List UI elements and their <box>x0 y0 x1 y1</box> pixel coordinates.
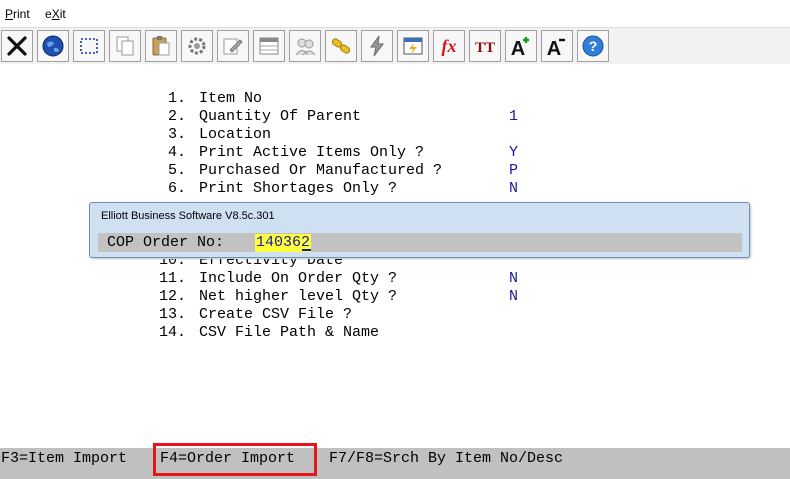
field-1-label[interactable]: Item No <box>199 90 262 108</box>
text-size-icon: TT <box>475 40 495 56</box>
settings-icon <box>188 37 206 55</box>
close-button[interactable] <box>1 30 33 62</box>
calendar-button[interactable] <box>397 30 429 62</box>
f4-highlight-box <box>153 443 317 476</box>
field-3-number: 3. <box>168 126 187 143</box>
toolbar: fx TT A A ? <box>0 27 790 65</box>
field-13-number: 13. <box>159 306 187 323</box>
svg-text:fx: fx <box>442 36 457 56</box>
copy-button[interactable] <box>109 30 141 62</box>
link-button[interactable] <box>325 30 357 62</box>
field-2-value: 1 <box>509 108 519 125</box>
table-icon <box>259 37 279 55</box>
field-5-value: P <box>509 162 519 179</box>
copy-icon <box>116 36 134 56</box>
field-12-value: N <box>509 288 519 305</box>
field-5-number: 5. <box>168 162 187 179</box>
lightning-icon <box>370 35 384 57</box>
field-4-label[interactable]: Print Active Items Only ? <box>199 144 424 162</box>
help-button[interactable]: ? <box>577 30 609 62</box>
field-5-label[interactable]: Purchased Or Manufactured ? <box>199 162 442 180</box>
table-button[interactable] <box>253 30 285 62</box>
field-6-number: 6. <box>168 180 187 197</box>
field-6-value: N <box>509 180 519 197</box>
field-14-number: 14. <box>159 324 187 341</box>
font-increase-button[interactable]: A <box>505 30 537 62</box>
cop-order-label: COP Order No: <box>107 234 225 251</box>
edit-button[interactable] <box>217 30 249 62</box>
field-1-number: 1. <box>168 90 187 107</box>
field-4-number: 4. <box>168 144 187 161</box>
menu-print[interactable]: Print <box>5 7 30 21</box>
select-area-button[interactable] <box>73 30 105 62</box>
paste-icon <box>152 36 170 56</box>
svg-text:?: ? <box>589 38 598 54</box>
globe-icon <box>42 35 64 57</box>
dialog-body: COP Order No: 140362 <box>98 233 742 252</box>
paste-button[interactable] <box>145 30 177 62</box>
font-increase-icon: A <box>511 37 529 58</box>
field-2-number: 2. <box>168 108 187 125</box>
function-button[interactable]: fx <box>433 30 465 62</box>
edit-icon <box>223 38 243 55</box>
field-6-label[interactable]: Print Shortages Only ? <box>199 180 397 198</box>
function-icon: fx <box>442 36 457 56</box>
calendar-icon <box>403 37 423 55</box>
menu-bar: Print eXit <box>0 0 790 26</box>
field-12-number: 12. <box>159 288 187 305</box>
field-13-label[interactable]: Create CSV File ? <box>199 306 352 324</box>
svg-text:TT: TT <box>475 40 495 56</box>
f3-item-import[interactable]: F3=Item Import <box>1 448 127 479</box>
users-icon <box>295 38 316 56</box>
field-11-value: N <box>509 270 519 287</box>
help-icon: ? <box>582 35 604 57</box>
text-cursor <box>302 249 311 251</box>
users-button[interactable] <box>289 30 321 62</box>
font-decrease-button[interactable]: A <box>541 30 573 62</box>
globe-button[interactable] <box>37 30 69 62</box>
link-icon <box>331 38 351 54</box>
menu-exit[interactable]: eXit <box>45 7 66 21</box>
field-3-label[interactable]: Location <box>199 126 271 144</box>
function-key-bar: F3=Item Import F4=Order Import F7/F8=Src… <box>0 448 790 479</box>
lightning-button[interactable] <box>361 30 393 62</box>
field-11-label[interactable]: Include On Order Qty ? <box>199 270 397 288</box>
field-4-value: Y <box>509 144 519 161</box>
settings-button[interactable] <box>181 30 213 62</box>
text-size-button[interactable]: TT <box>469 30 501 62</box>
font-decrease-icon: A <box>547 38 565 58</box>
select-area-icon <box>80 38 98 54</box>
f7-f8-search-item[interactable]: F7/F8=Srch By Item No/Desc <box>329 448 563 479</box>
field-11-number: 11. <box>159 270 187 287</box>
cop-order-dialog: Elliott Business Software V8.5c.301 COP … <box>89 202 750 258</box>
dialog-title: Elliott Business Software V8.5c.301 <box>101 210 275 222</box>
close-icon <box>7 36 27 56</box>
field-12-label[interactable]: Net higher level Qty ? <box>199 288 397 306</box>
field-2-label[interactable]: Quantity Of Parent <box>199 108 361 126</box>
field-14-label[interactable]: CSV File Path & Name <box>199 324 379 342</box>
